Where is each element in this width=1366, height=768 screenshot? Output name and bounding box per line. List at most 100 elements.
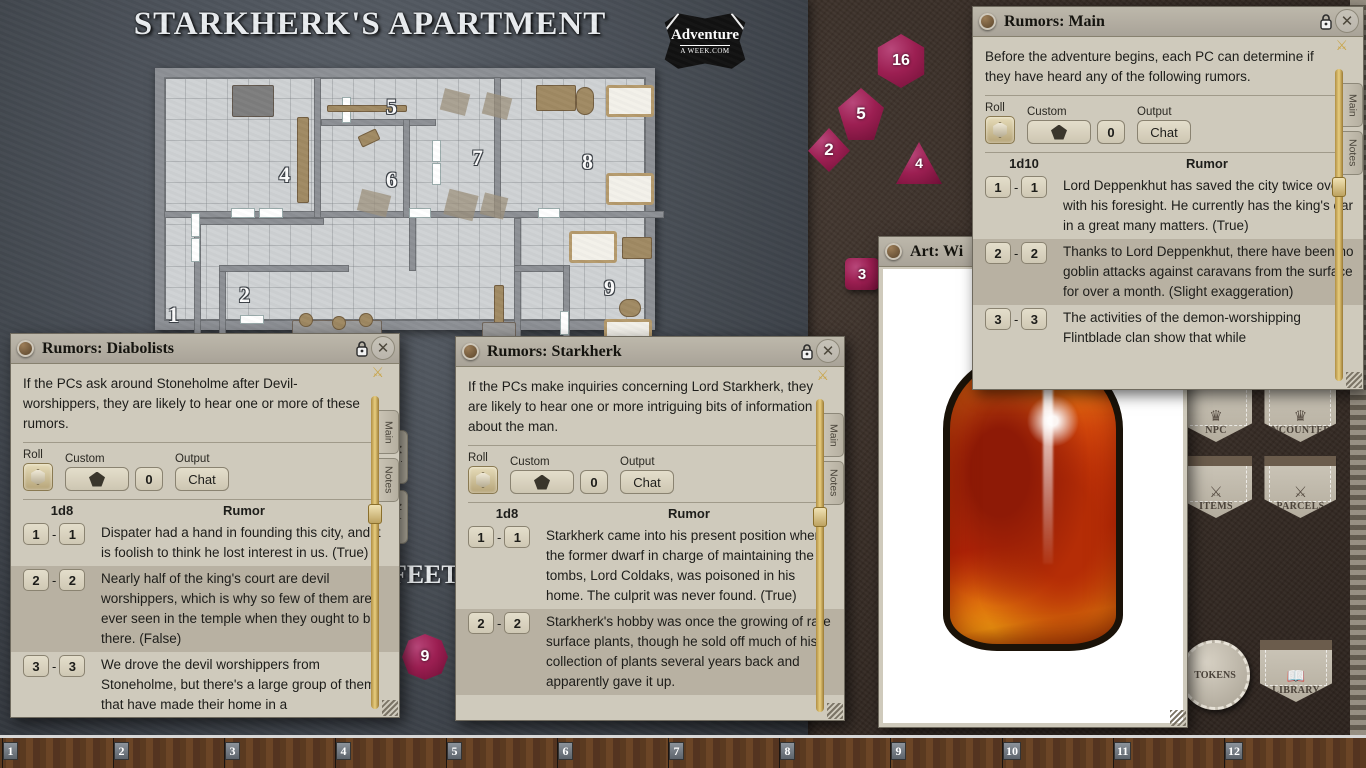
ruler-tick-label[interactable]: 8 — [780, 742, 795, 760]
window-rumors-main[interactable]: Rumors: Main ✕ Before the adventure begi… — [972, 6, 1364, 390]
table-row[interactable]: 1- 1 Dispater had a hand in founding thi… — [11, 520, 399, 566]
window-tab-main[interactable]: Main — [1343, 83, 1363, 127]
custom-modifier-input[interactable]: 0 — [135, 467, 163, 491]
ruler-tick-label[interactable]: 5 — [447, 742, 462, 760]
custom-modifier-input[interactable]: 0 — [1097, 120, 1125, 144]
range-from[interactable]: 3 — [985, 308, 1011, 330]
roll-label: Roll — [468, 452, 488, 464]
window-close-button[interactable]: ✕ — [1335, 9, 1359, 33]
window-tab-main[interactable]: Main — [379, 410, 399, 454]
range-from[interactable]: 2 — [468, 612, 494, 634]
window-tab-notes[interactable]: Notes — [1343, 131, 1363, 175]
output-target-button[interactable]: Chat — [1137, 120, 1191, 144]
range-to[interactable]: 3 — [1021, 308, 1048, 330]
custom-die-selector[interactable] — [65, 467, 129, 491]
table-row[interactable]: 1- 1 Lord Deppenkhut has saved the city … — [973, 173, 1363, 239]
window-tab-main[interactable]: Main — [824, 413, 844, 457]
ruler-tick-label[interactable]: 4 — [336, 742, 351, 760]
ruler-tick-label[interactable]: 1 — [3, 742, 18, 760]
window-diabolists-titlebar[interactable]: Rumors: Diabolists ✕ — [11, 334, 399, 364]
shield-cap — [1260, 640, 1332, 650]
output-target-button[interactable]: Chat — [175, 467, 229, 491]
window-close-button[interactable]: ✕ — [371, 336, 395, 360]
rail-button-items[interactable]: ⚔ ITEMS — [1180, 456, 1252, 518]
ruler-tick-label[interactable]: 9 — [891, 742, 906, 760]
lock-icon[interactable] — [1319, 13, 1333, 30]
die-d6[interactable]: 3 — [845, 258, 879, 290]
custom-modifier-input[interactable]: 0 — [580, 470, 608, 494]
bed — [606, 173, 654, 205]
window-resize-handle[interactable] — [1170, 710, 1186, 726]
custom-die-selector[interactable] — [510, 470, 574, 494]
application-window: STARKHERK'S APARTMENT Adventure A WEEK.C… — [0, 0, 1366, 768]
die-shape-icon — [89, 471, 105, 487]
output-target-button[interactable]: Chat — [620, 470, 674, 494]
window-resize-handle[interactable] — [1346, 372, 1362, 388]
range-to[interactable]: 2 — [59, 569, 86, 591]
rail-button-parcels[interactable]: ⚔ PARCELS — [1264, 456, 1337, 518]
die-d12[interactable]: 9 — [402, 634, 448, 680]
window-rumors-diabolists[interactable]: Rumors: Diabolists ✕ If the PCs ask arou… — [10, 333, 400, 718]
ruler-tick-label[interactable]: 6 — [558, 742, 573, 760]
door — [342, 97, 351, 123]
lock-icon[interactable] — [355, 340, 369, 357]
table-row[interactable]: 2- 2 Nearly half of the king's court are… — [11, 566, 399, 652]
floorplan[interactable]: 1 2 4 5 6 7 8 9 — [155, 68, 664, 339]
rail-button-library[interactable]: 📖 LIBRARY — [1260, 640, 1332, 702]
ruler-tick-label[interactable]: 11 — [1114, 742, 1132, 760]
window-knob-icon — [17, 340, 34, 357]
bottom-ruler-bar[interactable]: 1 2 3 4 5 6 7 8 9 10 11 12 — [0, 735, 1366, 768]
window-resize-handle[interactable] — [827, 703, 843, 719]
range-from[interactable]: 1 — [985, 176, 1011, 198]
furniture — [299, 313, 313, 327]
range-to[interactable]: 3 — [59, 655, 86, 677]
table-row[interactable]: 3- 3 We drove the devil worshippers from… — [11, 652, 399, 717]
range-to[interactable]: 1 — [59, 523, 86, 545]
dice-column-header: 1d8 — [495, 506, 519, 521]
range-from[interactable]: 2 — [985, 242, 1011, 264]
ruler-tick-label[interactable]: 10 — [1003, 742, 1021, 760]
range-from[interactable]: 3 — [23, 655, 49, 677]
table-row[interactable]: 1- 1 Starkherk came into his present pos… — [456, 523, 844, 609]
window-scrollbar[interactable] — [816, 399, 824, 712]
roll-button[interactable] — [468, 466, 498, 494]
window-main-titlebar[interactable]: Rumors: Main ✕ — [973, 7, 1363, 37]
range-from[interactable]: 1 — [468, 526, 494, 548]
window-close-button[interactable]: ✕ — [816, 339, 840, 363]
roll-control: Roll — [468, 452, 498, 494]
lock-icon[interactable] — [800, 343, 814, 360]
window-scrollbar[interactable] — [371, 396, 379, 709]
ruler-tick-label[interactable]: 3 — [225, 742, 240, 760]
window-resize-handle[interactable] — [382, 700, 398, 716]
roll-controls: Roll Custom 0 Output Chat — [11, 443, 399, 499]
window-tab-notes[interactable]: Notes — [379, 458, 399, 502]
range-to[interactable]: 1 — [504, 526, 531, 548]
scrollbar-thumb[interactable] — [813, 507, 827, 527]
scrollbar-thumb[interactable] — [1332, 177, 1346, 197]
ruler-tick-label[interactable]: 2 — [114, 742, 129, 760]
scrollbar-thumb[interactable] — [368, 504, 382, 524]
table-row[interactable]: 2- 2 Starkherk's hobby was once the grow… — [456, 609, 844, 695]
window-scrollbar[interactable] — [1335, 69, 1343, 381]
ruler-tick-label[interactable]: 7 — [669, 742, 684, 760]
table-row[interactable]: 2- 2 Thanks to Lord Deppenkhut, there ha… — [973, 239, 1363, 305]
rumor-text: Dispater had a hand in founding this cit… — [101, 525, 381, 560]
custom-die-selector[interactable] — [1027, 120, 1091, 144]
table-header: 1d8 Rumor — [11, 500, 399, 520]
amber-resin-image — [943, 351, 1123, 651]
range-to[interactable]: 1 — [1021, 176, 1048, 198]
window-rumors-starkherk[interactable]: Rumors: Starkherk ✕ If the PCs make inqu… — [455, 336, 845, 721]
window-tab-notes[interactable]: Notes — [824, 461, 844, 505]
roll-button[interactable] — [23, 463, 53, 491]
range-from[interactable]: 1 — [23, 523, 49, 545]
range-to[interactable]: 2 — [1021, 242, 1048, 264]
rail-button-tokens[interactable]: TOKENS — [1180, 640, 1250, 710]
window-starkherk-titlebar[interactable]: Rumors: Starkherk ✕ — [456, 337, 844, 367]
ruler-tick-label[interactable]: 12 — [1225, 742, 1243, 760]
range-from[interactable]: 2 — [23, 569, 49, 591]
range-cell: 3- 3 — [23, 655, 97, 677]
range-to[interactable]: 2 — [504, 612, 531, 634]
window-side-tabs: Main Notes — [1343, 83, 1363, 179]
table-row[interactable]: 3- 3 The activities of the demon-worship… — [973, 305, 1363, 351]
roll-button[interactable] — [985, 116, 1015, 144]
